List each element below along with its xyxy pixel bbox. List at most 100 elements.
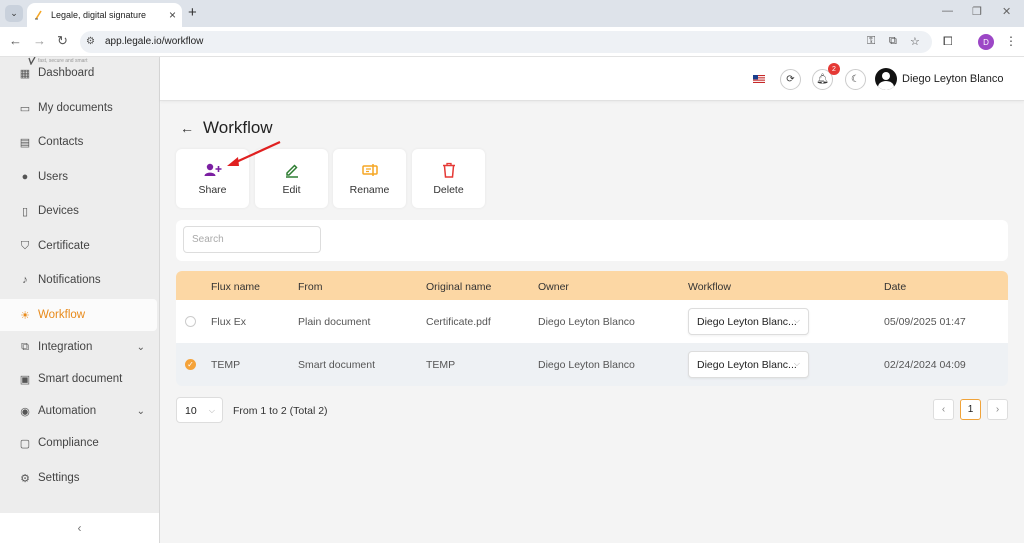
workflow-select[interactable]: Diego Leyton Blanc... ⌵: [688, 308, 809, 335]
us-flag-icon[interactable]: [753, 75, 765, 83]
sidebar-item-label: Users: [38, 171, 69, 183]
external-link-icon: ⧉: [21, 340, 29, 353]
chevron-down-icon: ⌵: [793, 316, 800, 325]
theme-toggle-icon[interactable]: ☾: [845, 69, 866, 90]
original-name-cell: Certificate.pdf: [426, 316, 491, 328]
workflow-select[interactable]: Diego Leyton Blanc... ⌵: [688, 351, 809, 378]
sidebar-item-automation[interactable]: ◉ Automation ⌄: [0, 395, 159, 427]
next-page-button[interactable]: ›: [987, 399, 1008, 420]
sidebar-item-users[interactable]: ● Users: [0, 161, 159, 193]
from-cell: Smart document: [298, 359, 376, 371]
address-bar[interactable]: ⚙ app.legale.io/workflow ⚿ ⧉ ☆: [80, 31, 932, 53]
tab-title: Legale, digital signature: [51, 10, 147, 20]
sidebar-item-workflow[interactable]: ☀ Workflow: [0, 299, 157, 331]
restore-icon[interactable]: ❐: [972, 5, 982, 18]
sidebar-item-devices[interactable]: ▯ Devices: [0, 195, 159, 227]
page-size-value: 10: [185, 405, 197, 417]
owner-cell: Diego Leyton Blanco: [538, 316, 635, 328]
table-header: Flux name From Original name Owner Workf…: [176, 271, 1008, 300]
url-text[interactable]: app.legale.io/workflow: [105, 36, 203, 47]
column-header-from[interactable]: From: [298, 281, 323, 293]
browser-toolbar: ← → ↻ ⚙ app.legale.io/workflow ⚿ ⧉ ☆ ⧠ D…: [0, 27, 1024, 57]
add-user-icon: [204, 162, 222, 178]
minimize-icon[interactable]: —: [942, 5, 953, 17]
sidebar-item-certificate[interactable]: ⛉ Certificate: [0, 230, 159, 262]
pagination-info: From 1 to 2 (Total 2): [233, 405, 328, 417]
gear-icon: ⚙: [20, 472, 30, 485]
column-header-flux-name[interactable]: Flux name: [211, 281, 260, 293]
sidebar-item-compliance[interactable]: ▢ Compliance: [0, 427, 159, 459]
search-input[interactable]: [183, 226, 321, 253]
sidebar-item-my-documents[interactable]: ▭ My documents: [0, 92, 159, 124]
edit-label: Edit: [282, 183, 301, 196]
table-row[interactable]: Flux Ex Plain document Certificate.pdf D…: [176, 300, 1008, 343]
date-cell: 02/24/2024 04:09: [884, 359, 966, 371]
rename-icon: [361, 162, 378, 178]
new-tab-icon[interactable]: +: [188, 4, 197, 21]
user-name[interactable]: Diego Leyton Blanco: [902, 73, 1004, 85]
sidebar-item-contacts[interactable]: ▤ Contacts: [0, 126, 159, 158]
date-cell: 05/09/2025 01:47: [884, 316, 966, 328]
column-header-date[interactable]: Date: [884, 281, 906, 293]
share-label: Share: [198, 183, 227, 196]
tab-search-icon[interactable]: ⌄: [5, 5, 23, 22]
star-icon[interactable]: ☆: [910, 35, 920, 48]
workflow-select-value: Diego Leyton Blanc...: [697, 316, 797, 328]
chevron-down-icon: ⌄: [136, 341, 145, 353]
back-arrow-icon[interactable]: ←: [180, 120, 194, 136]
forward-icon[interactable]: →: [33, 33, 46, 48]
sidebar: fast, secure and smart ▦ Dashboard ▭ My doc…: [0, 57, 160, 543]
collapse-sidebar-button[interactable]: ‹: [0, 513, 159, 543]
shield-icon: ⛉: [20, 239, 30, 252]
back-icon[interactable]: ←: [9, 33, 22, 48]
support-icon[interactable]: ⟳: [780, 69, 801, 90]
rename-label: Rename: [349, 183, 390, 196]
page-size-select[interactable]: 10 ⌵: [176, 397, 223, 423]
row-checkbox-checked[interactable]: ✓: [185, 359, 196, 370]
close-window-icon[interactable]: ✕: [1002, 5, 1011, 18]
workflow-icon: ☀: [20, 309, 30, 322]
folder-icon: ▭: [19, 102, 31, 115]
pencil-icon: [284, 162, 300, 178]
sidebar-item-label: Dashboard: [38, 67, 95, 79]
sidebar-item-label: Compliance: [38, 437, 99, 449]
chevron-down-icon: ⌵: [208, 406, 215, 415]
chevron-left-icon: ‹: [77, 521, 82, 535]
close-tab-icon[interactable]: ×: [169, 8, 176, 22]
previous-page-button[interactable]: ‹: [933, 399, 954, 420]
column-header-original-name[interactable]: Original name: [426, 281, 491, 293]
user-icon: ●: [21, 171, 29, 183]
avatar[interactable]: [875, 68, 897, 90]
workflow-select-value: Diego Leyton Blanc...: [697, 359, 797, 371]
menu-icon[interactable]: ⋮: [1005, 34, 1017, 48]
table-row[interactable]: ✓ TEMP Smart document TEMP Diego Leyton …: [176, 343, 1008, 386]
rename-button[interactable]: Rename: [333, 149, 406, 208]
sidebar-item-label: Workflow: [38, 309, 86, 321]
reload-icon[interactable]: ↻: [57, 33, 68, 49]
chat-icon: ▢: [19, 437, 31, 450]
delete-label: Delete: [433, 183, 464, 196]
profile-avatar[interactable]: D: [978, 34, 994, 50]
smart-document-icon: ▣: [19, 373, 31, 386]
chevron-down-icon: ⌄: [136, 405, 145, 417]
sidebar-item-label: Settings: [38, 472, 80, 484]
sidebar-item-integration[interactable]: ⧉ Integration ⌄: [0, 331, 159, 363]
sidebar-item-notifications[interactable]: ♪ Notifications: [0, 264, 159, 296]
column-header-workflow[interactable]: Workflow: [688, 281, 731, 293]
sidebar-item-smart-document[interactable]: ▣ Smart document: [0, 363, 159, 395]
row-checkbox[interactable]: [185, 316, 196, 327]
from-cell: Plain document: [298, 316, 371, 328]
delete-button[interactable]: Delete: [412, 149, 485, 208]
trash-icon: [442, 162, 456, 178]
sidebar-item-dashboard[interactable]: ▦ Dashboard: [0, 57, 159, 89]
extensions-icon[interactable]: ⧠: [943, 34, 953, 49]
column-header-owner[interactable]: Owner: [538, 281, 569, 293]
sidebar-item-settings[interactable]: ⚙ Settings: [0, 462, 159, 494]
annotation-arrow: [227, 140, 281, 166]
install-app-icon[interactable]: ⧉: [889, 35, 897, 48]
browser-tab-strip: ⌄ Legale, digital signature × + — ❐ ✕: [0, 0, 1024, 27]
current-page-button[interactable]: 1: [960, 399, 981, 420]
browser-tab[interactable]: Legale, digital signature ×: [27, 3, 182, 27]
site-info-icon[interactable]: ⚙: [86, 36, 95, 47]
key-icon[interactable]: ⚿: [867, 35, 875, 48]
